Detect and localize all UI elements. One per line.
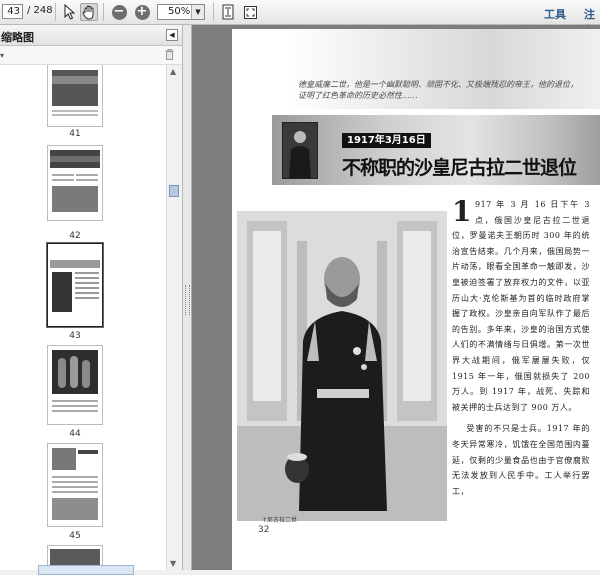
scroll-down-icon[interactable]: ▼: [170, 559, 176, 568]
drop-cap: 1: [452, 195, 472, 228]
thumbnail-label: 45: [69, 531, 81, 541]
toolbar-divider: [213, 3, 214, 21]
document-view[interactable]: 德皇威廉二世，他是一个幽默聪明、顽固不化、又极端残忍的帝王，他的退位，证明了红色…: [192, 25, 600, 570]
scroll-up-icon[interactable]: ▲: [170, 67, 176, 76]
panel-toolbar: ▾: [0, 46, 182, 65]
panel-title: 缩略图: [1, 31, 34, 44]
toolbar: 43 / 248 − + 50% ▼ 工具 注释: [0, 0, 600, 37]
document-page: 德皇威廉二世，他是一个幽默聪明、顽固不化、又极端残忍的帝王，他的退位，证明了红色…: [232, 29, 600, 570]
trash-icon[interactable]: [165, 49, 174, 60]
article-title: 不称职的沙皇尼古拉二世退位: [342, 157, 577, 179]
thumbnail-panel: 缩略图 ◀ ▾ 41 42 43 44 45 ▲ ▼: [0, 25, 183, 575]
options-menu-icon[interactable]: ▾: [0, 51, 4, 60]
thumbnail-page[interactable]: [47, 345, 103, 425]
toolbar-divider: [55, 3, 56, 21]
article-body: 1 917 年 3 月 16 日下午 3 点，俄国沙皇尼古拉二世退位，罗曼诺夫王…: [452, 197, 590, 499]
page-total-label: / 248: [27, 5, 53, 16]
thumbnail-page[interactable]: [47, 145, 103, 221]
fit-page-icon[interactable]: [219, 3, 237, 21]
thumbnail-page-selected[interactable]: [46, 242, 104, 328]
tools-menu[interactable]: 工具: [544, 6, 566, 22]
full-screen-icon[interactable]: [241, 3, 259, 21]
thumbnail-label: 41: [69, 129, 81, 139]
hand-tool-icon[interactable]: [80, 3, 98, 21]
zoom-value: 50%: [168, 6, 191, 17]
panel-splitter[interactable]: [183, 25, 192, 570]
thumbnail-list[interactable]: 41 42 43 44 45: [0, 65, 166, 570]
zoom-in-icon[interactable]: +: [133, 3, 151, 21]
thumbnail-label: 43: [69, 331, 81, 341]
tsar-portrait-small: [282, 122, 318, 179]
paragraph-1: 917 年 3 月 16 日下午 3 点，俄国沙皇尼古拉二世退位，罗曼诺夫王朝历…: [452, 200, 590, 412]
collapse-panel-icon[interactable]: ◀: [166, 29, 178, 41]
thumbnail-page[interactable]: [47, 443, 103, 527]
splitter-grip[interactable]: [185, 285, 190, 315]
thumbnail-page[interactable]: [47, 65, 103, 127]
scrollbar-thumb[interactable]: [169, 185, 179, 197]
chevron-down-icon[interactable]: ▼: [191, 5, 204, 19]
panel-header: 缩略图 ◀: [0, 25, 182, 46]
tsar-portrait-photo: [237, 211, 447, 521]
select-arrow-icon[interactable]: [61, 3, 79, 21]
page-number-input[interactable]: 43: [2, 4, 23, 19]
taskbar-fragment: [38, 565, 134, 575]
thumbnail-label: 42: [69, 231, 81, 241]
zoom-out-icon[interactable]: −: [110, 3, 128, 21]
date-tag: 1917年3月16日: [342, 133, 431, 148]
zoom-level-select[interactable]: 50% ▼: [157, 4, 205, 20]
toolbar-divider: [103, 3, 104, 21]
thumbnail-label: 44: [69, 429, 81, 439]
thumbnail-scrollbar[interactable]: ▲ ▼: [166, 65, 182, 570]
page-number-footer: 32: [258, 525, 270, 535]
paragraph-2: 受害的不只是士兵。1917 年的冬天异常寒冷，饥饿在全国范围内蔓延，仅剩的少量食…: [452, 424, 590, 496]
photo-caption: ↑尼古拉二世: [262, 517, 298, 524]
intro-text: 德皇威廉二世，他是一个幽默聪明、顽固不化、又极端残忍的帝王，他的退位，证明了红色…: [298, 80, 578, 100]
